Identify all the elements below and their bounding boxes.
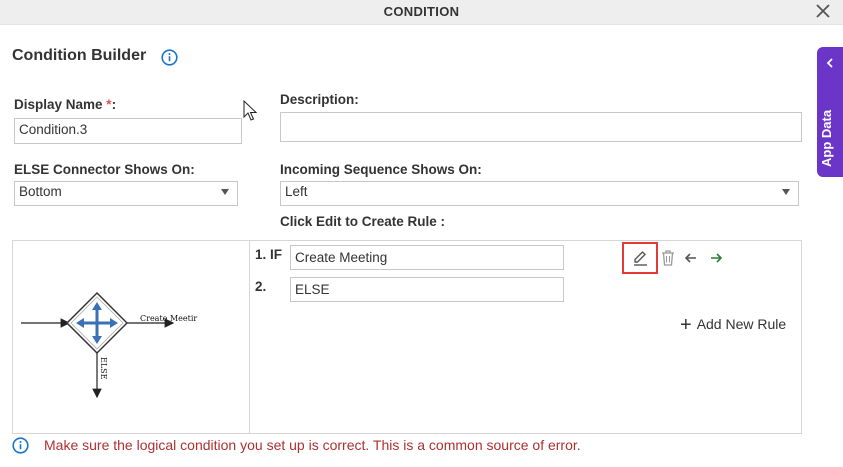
delete-icon[interactable] xyxy=(660,249,676,267)
add-new-rule-button[interactable]: + Add New Rule xyxy=(680,314,786,337)
plus-icon: + xyxy=(680,314,692,336)
display-name-colon: : xyxy=(111,97,117,112)
mouse-cursor-icon xyxy=(243,100,257,121)
page-title: Condition Builder xyxy=(12,47,147,64)
dialog-titlebar: CONDITION xyxy=(0,0,843,25)
incoming-sequence-value: Left xyxy=(285,184,308,199)
diagram-branch-label: Create Meetir xyxy=(140,314,197,323)
info-icon[interactable] xyxy=(161,49,178,66)
else-connector-label: ELSE Connector Shows On: xyxy=(14,162,195,177)
display-name-label: Display Name *: xyxy=(14,97,116,112)
rule-number-2: 2. xyxy=(255,279,267,294)
arrow-right-icon[interactable] xyxy=(709,251,723,265)
add-new-rule-label: Add New Rule xyxy=(696,316,787,332)
incoming-sequence-label: Incoming Sequence Shows On: xyxy=(280,162,482,177)
dialog-title: CONDITION xyxy=(383,4,460,19)
edit-icon[interactable] xyxy=(631,249,649,267)
arrow-left-icon[interactable] xyxy=(684,251,698,265)
description-label: Description: xyxy=(280,92,359,107)
app-data-label: App Data xyxy=(819,109,834,167)
rule-value-2: ELSE xyxy=(295,282,330,297)
rule-field-2[interactable]: ELSE xyxy=(290,277,564,302)
display-name-value: Condition.3 xyxy=(19,122,88,137)
condition-diagram: Create Meetir ELSE xyxy=(21,291,197,399)
rule-instruction: Click Edit to Create Rule : xyxy=(280,214,446,229)
display-name-label-text: Display Name xyxy=(14,97,107,112)
dropdown-arrow-icon xyxy=(221,189,229,195)
else-connector-select[interactable]: Bottom xyxy=(14,181,238,206)
warning-message: Make sure the logical condition you set … xyxy=(44,437,581,453)
display-name-field[interactable]: Condition.3 xyxy=(14,118,242,144)
app-data-tab[interactable]: App Data xyxy=(817,47,843,177)
dropdown-arrow-icon xyxy=(782,189,790,195)
diagram-else-label: ELSE xyxy=(99,357,108,380)
incoming-sequence-select[interactable]: Left xyxy=(280,181,799,206)
chevron-left-icon xyxy=(826,58,833,68)
rule-field-1[interactable]: Create Meeting xyxy=(290,245,564,270)
info-icon xyxy=(12,437,29,454)
description-field[interactable] xyxy=(280,112,802,142)
close-icon[interactable] xyxy=(814,2,832,20)
rule-number-1: 1. IF xyxy=(255,247,283,262)
panel-divider xyxy=(249,241,250,433)
rule-value-1: Create Meeting xyxy=(295,250,388,265)
else-connector-value: Bottom xyxy=(19,184,62,199)
